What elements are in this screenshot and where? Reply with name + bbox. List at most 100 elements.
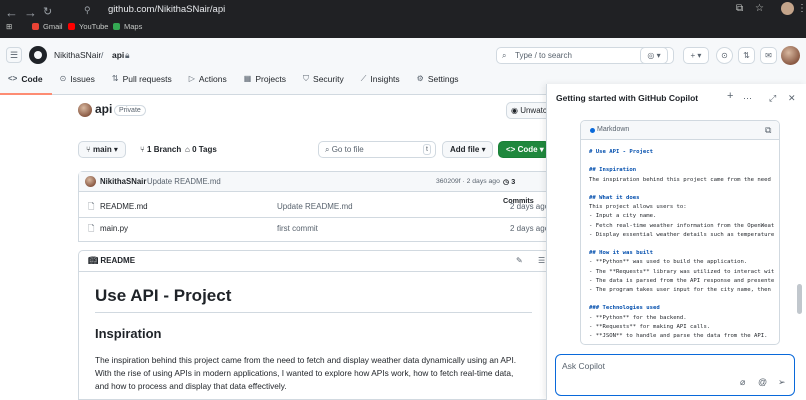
send-icon[interactable]: ➢ bbox=[778, 377, 786, 388]
unwatch-button[interactable]: ◉ Unwatch bbox=[506, 102, 551, 119]
profile-avatar[interactable] bbox=[781, 2, 794, 15]
lock-icon: 🔒︎ bbox=[125, 50, 130, 60]
mention-icon[interactable]: @ bbox=[758, 377, 767, 387]
pull-request-icon: ⇅ bbox=[111, 74, 119, 83]
bookmark-youtube[interactable]: YouTube bbox=[68, 22, 108, 31]
tab-code[interactable]: <> Code bbox=[0, 68, 52, 95]
code-button[interactable]: <> Code ▾ bbox=[498, 141, 550, 158]
more-options-icon[interactable]: ⋯ bbox=[743, 92, 752, 104]
forward-icon[interactable]: → bbox=[24, 5, 37, 20]
back-icon[interactable]: ← bbox=[5, 5, 18, 20]
copilot-panel: Getting started with GitHub Copilot + ⋯ … bbox=[546, 84, 806, 400]
code-content: # Use API - Project ## Inspiration The ins… bbox=[581, 140, 779, 341]
search-icon: ⌕ bbox=[325, 145, 332, 154]
code-line: This project allows users to: bbox=[589, 204, 687, 211]
user-avatar[interactable] bbox=[781, 46, 800, 65]
tab-projects[interactable]: ▦ Projects bbox=[236, 68, 295, 95]
tab-label: Security bbox=[313, 74, 344, 84]
tag-count[interactable]: ⌂ 0 Tags bbox=[185, 145, 217, 154]
file-list: NikithaSNair Update README.md 360209f · … bbox=[78, 171, 550, 242]
commit-author[interactable]: NikithaSNair bbox=[100, 172, 146, 191]
code-line: - **Python** was used to build the appli… bbox=[589, 259, 748, 266]
readme-tab[interactable]: 📖︎ README ✎ ☰ bbox=[79, 251, 546, 272]
branch-count[interactable]: ⑂ 1 Branch bbox=[140, 145, 181, 154]
scrollbar[interactable] bbox=[797, 284, 802, 314]
address-bar[interactable]: ⚲ github.com/NikithaSNair/api bbox=[84, 3, 774, 17]
markdown-dot-icon bbox=[590, 128, 595, 133]
outline-icon[interactable]: ☰ bbox=[538, 251, 545, 271]
youtube-icon bbox=[68, 23, 75, 30]
inbox-icon[interactable]: ✉ bbox=[760, 47, 777, 64]
expand-icon[interactable]: ⤢ bbox=[769, 92, 776, 104]
reload-icon[interactable]: ↻ bbox=[43, 5, 52, 18]
bookmark-star-icon[interactable]: ☆ bbox=[755, 3, 764, 14]
tab-label: Projects bbox=[255, 74, 287, 84]
code-line: ## Inspiration bbox=[589, 167, 637, 174]
tab-security[interactable]: ⛉ Security bbox=[295, 68, 353, 95]
code-line: ## How it was built bbox=[589, 250, 653, 257]
install-icon[interactable]: ⧉ bbox=[736, 3, 743, 14]
pull-requests-icon[interactable]: ⇅ bbox=[738, 47, 755, 64]
bookmark-maps[interactable]: Maps bbox=[113, 22, 142, 31]
code-line: ## What it does bbox=[589, 194, 640, 201]
tab-label: Settings bbox=[427, 74, 459, 84]
hamburger-menu-icon[interactable]: ☰ bbox=[6, 47, 22, 63]
file-name[interactable]: README.md bbox=[100, 196, 148, 217]
edit-pencil-icon[interactable]: ✎ bbox=[516, 251, 523, 271]
tab-issues[interactable]: ⊙ Issues bbox=[52, 68, 104, 95]
site-info-icon[interactable]: ⚲ bbox=[84, 3, 91, 17]
file-row[interactable]: 🗋︎ README.md Update README.md 2 days ago bbox=[79, 196, 550, 218]
tab-pull-requests[interactable]: ⇅ Pull requests bbox=[104, 68, 181, 95]
breadcrumb-owner[interactable]: NikithaSNair bbox=[54, 50, 101, 60]
apps-icon[interactable]: ⊞ bbox=[6, 22, 12, 31]
github-logo-icon[interactable] bbox=[29, 46, 47, 64]
go-to-file-input[interactable]: ⌕ Go to file t bbox=[318, 141, 436, 158]
gear-icon: ⚙ bbox=[416, 74, 424, 83]
actions-icon: ▷ bbox=[188, 74, 195, 83]
visibility-badge: Private bbox=[114, 105, 146, 116]
file-icon: 🗋︎ bbox=[88, 224, 95, 233]
add-file-button[interactable]: Add file ▾ bbox=[442, 141, 493, 158]
tab-actions[interactable]: ▷ Actions bbox=[181, 68, 236, 95]
file-row[interactable]: 🗋︎ main.py first commit 2 days ago bbox=[79, 218, 549, 240]
commit-meta[interactable]: 360209f · 2 days ago bbox=[436, 172, 500, 191]
create-new-button[interactable]: + ▾ bbox=[683, 47, 709, 64]
repo-title[interactable]: api bbox=[95, 102, 112, 116]
code-line: - The program takes user input for the c… bbox=[589, 287, 771, 293]
add-file-label: Add file bbox=[450, 145, 480, 154]
menu-icon[interactable]: ⋮ bbox=[797, 3, 806, 14]
tab-insights[interactable]: ⟋ Insights bbox=[353, 68, 409, 95]
branch-selector[interactable]: ⑂ main ▾ bbox=[78, 141, 126, 158]
tab-settings[interactable]: ⚙ Settings bbox=[409, 68, 468, 95]
repo-tabs: <> Code ⊙ Issues ⇅ Pull requests ▷ Actions ▦ Proj… bbox=[0, 68, 468, 95]
code-line: - The **Requests** library was utilized … bbox=[589, 268, 775, 275]
issues-icon[interactable]: ⊙ bbox=[716, 47, 733, 64]
code-block-header: Markdown ⧉ bbox=[581, 121, 779, 140]
copilot-button[interactable]: ◎ ▾ bbox=[640, 47, 668, 64]
new-chat-icon[interactable]: + bbox=[727, 90, 733, 102]
readme-line: With the rise of using APIs in modern ap… bbox=[95, 368, 514, 378]
tab-label: Insights bbox=[370, 74, 400, 84]
go-to-file-placeholder: Go to file bbox=[331, 145, 364, 154]
readme-paragraph: The inspiration behind this project came… bbox=[95, 354, 546, 393]
code-icon: <> bbox=[8, 74, 18, 83]
readme-panel: 📖︎ README ✎ ☰ Use API - Project Inspirat… bbox=[78, 250, 546, 400]
readme-line: and how to process and display that data… bbox=[95, 381, 287, 391]
ask-copilot-input[interactable]: Ask Copilot ⌀ @ ➢ bbox=[555, 354, 795, 396]
commit-message[interactable]: Update README.md bbox=[147, 172, 221, 191]
close-icon[interactable]: ✕ bbox=[788, 92, 796, 104]
code-line: - Fetch real-time weather information fr… bbox=[589, 222, 775, 229]
url-text: github.com/NikithaSNair/api bbox=[108, 4, 226, 15]
bookmark-label: Maps bbox=[124, 22, 143, 31]
tab-label: Pull requests bbox=[122, 74, 172, 84]
file-name[interactable]: main.py bbox=[100, 218, 128, 239]
file-commit-message[interactable]: Update README.md bbox=[277, 196, 353, 217]
breadcrumb-repo[interactable]: api bbox=[112, 50, 124, 60]
file-age: 2 days ago bbox=[510, 202, 550, 211]
file-commit-message[interactable]: first commit bbox=[277, 218, 318, 239]
copy-icon[interactable]: ⧉ bbox=[765, 121, 771, 139]
bookmark-gmail[interactable]: Gmail bbox=[32, 22, 63, 31]
attach-icon[interactable]: ⌀ bbox=[740, 377, 745, 388]
